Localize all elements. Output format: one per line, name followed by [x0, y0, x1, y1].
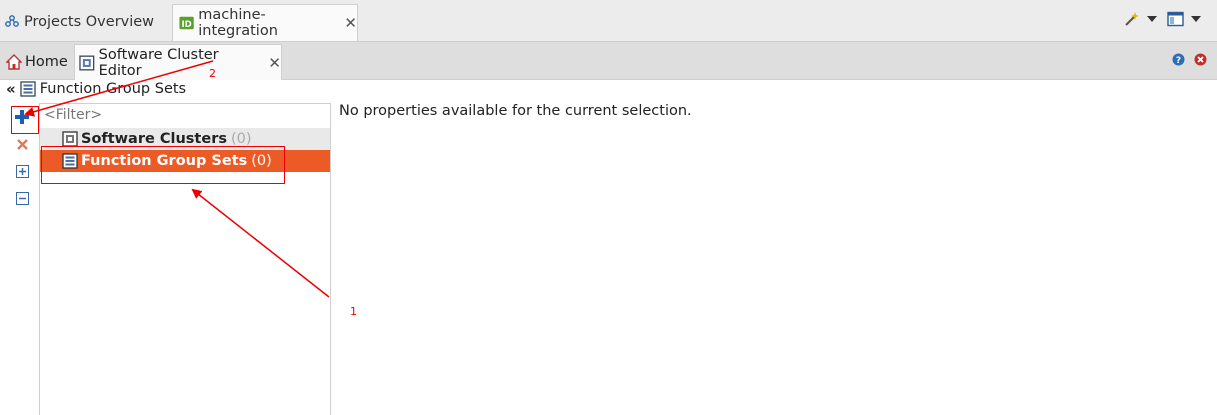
delete-icon: [16, 138, 28, 150]
chevron-down-icon[interactable]: [1191, 16, 1201, 22]
tree-toolbar: [9, 103, 39, 415]
network-icon: [5, 15, 19, 27]
close-icon[interactable]: ✕: [268, 54, 281, 72]
tab-home[interactable]: Home: [6, 48, 68, 76]
annotation-box-add: [11, 106, 39, 134]
expand-all-button[interactable]: [13, 162, 31, 180]
collapse-all-icon: [15, 191, 29, 205]
home-icon: [6, 54, 22, 70]
annotation-box-function-group-sets: [41, 146, 285, 184]
tab-machine-integration[interactable]: ID machine-integration ✕: [172, 4, 358, 41]
properties-message: No properties available for the current …: [339, 103, 692, 119]
window-icon[interactable]: [1167, 11, 1184, 27]
chevron-down-icon[interactable]: [1147, 16, 1157, 22]
tree-item-count: (0): [230, 131, 252, 147]
close-editor-icon[interactable]: [1194, 53, 1207, 66]
collapse-all-button[interactable]: [13, 189, 31, 207]
project-file-icon: ID: [179, 16, 194, 30]
close-icon[interactable]: ✕: [344, 14, 357, 32]
tab-software-cluster-editor[interactable]: Software Cluster Editor ✕: [74, 44, 282, 80]
tab-label: machine-integration: [198, 7, 278, 39]
filter-input[interactable]: [42, 106, 332, 124]
remove-button[interactable]: [13, 135, 31, 153]
cluster-editor-icon: [79, 55, 95, 70]
annotation-label-2: 2: [209, 67, 216, 80]
perspective-tab-bar: Projects Overview ID machine-integration…: [0, 0, 1217, 42]
svg-text:ID: ID: [181, 20, 191, 30]
breadcrumb-label: Function Group Sets: [39, 81, 187, 97]
function-group-icon: [20, 81, 36, 97]
software-cluster-icon: [62, 131, 78, 147]
svg-text:?: ?: [1176, 56, 1181, 66]
tab-label: Projects Overview: [24, 14, 155, 30]
annotation-label-1: 1: [350, 305, 357, 318]
magic-wand-icon[interactable]: [1124, 11, 1140, 27]
breadcrumb: « Function Group Sets: [6, 80, 186, 98]
tab-label: Home: [25, 54, 68, 70]
tab-projects-overview[interactable]: Projects Overview: [4, 4, 154, 40]
help-icon[interactable]: ?: [1172, 53, 1185, 66]
tab-label: Software Cluster Editor: [98, 46, 219, 79]
collapse-left-icon[interactable]: «: [6, 80, 16, 98]
expand-all-icon: [15, 164, 29, 178]
tree-item-label: Software Clusters: [81, 131, 227, 147]
